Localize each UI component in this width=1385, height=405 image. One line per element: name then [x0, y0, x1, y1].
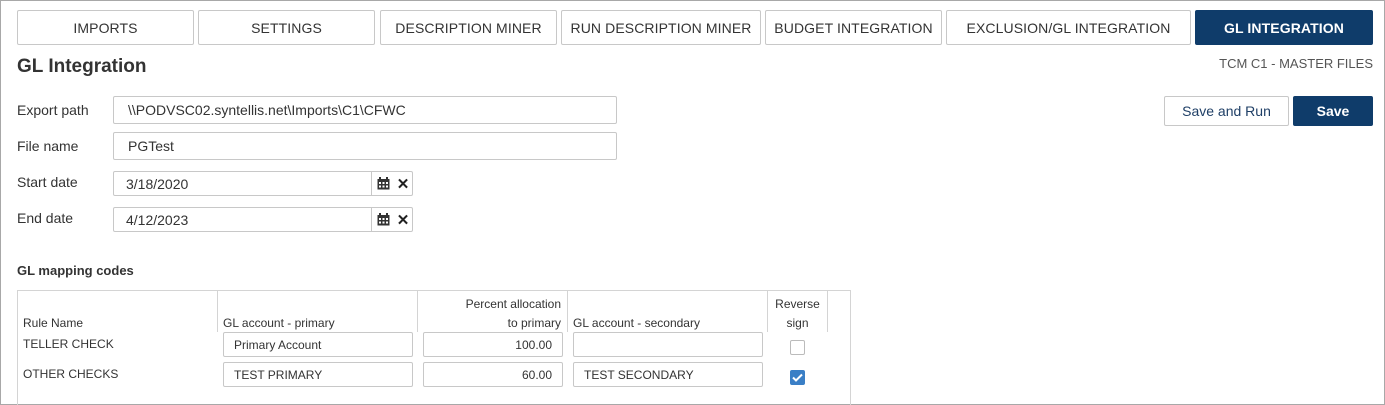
- org-label: TCM C1 - MASTER FILES: [1219, 56, 1373, 71]
- header-label: GL account - primary: [223, 316, 335, 330]
- export-path-input[interactable]: \\PODVSC02.syntellis.net\Imports\C1\CFWC: [113, 96, 617, 124]
- end-date-picker: 4/12/2023 ✕: [113, 207, 413, 232]
- end-date-label: End date: [17, 210, 74, 226]
- start-date-picker: 3/18/2020 ✕: [113, 171, 413, 196]
- export-path-label: Export path: [17, 102, 89, 118]
- gl-secondary-input[interactable]: TEST SECONDARY: [573, 362, 763, 387]
- tab-budget-integration[interactable]: BUDGET INTEGRATION: [765, 10, 942, 45]
- file-name-input[interactable]: PGTest: [113, 132, 617, 160]
- tab-gl-integration[interactable]: GL INTEGRATION: [1195, 10, 1373, 45]
- reverse-sign-checkbox[interactable]: [790, 340, 805, 355]
- header-label: to primary: [507, 316, 561, 330]
- header-label: Percent allocation: [465, 297, 561, 311]
- tab-description-miner[interactable]: DESCRIPTION MINER: [380, 10, 557, 45]
- header-label: sign: [786, 316, 809, 330]
- header-reverse-sign: Reverse sign: [768, 291, 828, 332]
- tab-run-description-miner[interactable]: RUN DESCRIPTION MINER: [561, 10, 761, 45]
- header-percent-allocation: Percent allocation to primary: [418, 291, 568, 332]
- save-button[interactable]: Save: [1293, 96, 1373, 126]
- file-name-label: File name: [17, 138, 79, 154]
- gl-primary-input[interactable]: Primary Account: [223, 332, 413, 357]
- page-title: GL Integration: [17, 56, 147, 77]
- header-label: Reverse: [775, 297, 820, 311]
- gl-mapping-grid: Rule Name GL account - primary Percent a…: [17, 290, 851, 405]
- start-date-label: Start date: [17, 174, 78, 190]
- clear-icon[interactable]: ✕: [394, 208, 412, 231]
- header-rule-name: Rule Name: [18, 291, 218, 332]
- checkmark-icon: [792, 373, 803, 382]
- section-title: GL mapping codes: [17, 263, 134, 278]
- gl-primary-input[interactable]: TEST PRIMARY: [223, 362, 413, 387]
- gl-secondary-input[interactable]: [573, 332, 763, 357]
- start-date-input[interactable]: 3/18/2020: [114, 176, 371, 192]
- calendar-icon[interactable]: [372, 172, 394, 195]
- rule-name: OTHER CHECKS: [23, 367, 119, 381]
- save-and-run-button[interactable]: Save and Run: [1164, 96, 1289, 126]
- calendar-icon[interactable]: [372, 208, 394, 231]
- tab-settings[interactable]: SETTINGS: [198, 10, 375, 45]
- header-gl-secondary: GL account - secondary: [568, 291, 768, 332]
- clear-icon[interactable]: ✕: [394, 172, 412, 195]
- percent-allocation-input[interactable]: 60.00: [423, 362, 563, 387]
- header-gl-primary: GL account - primary: [218, 291, 418, 332]
- header-label: GL account - secondary: [573, 316, 700, 330]
- header-label: Rule Name: [23, 316, 84, 330]
- percent-allocation-input[interactable]: 100.00: [423, 332, 563, 357]
- tab-imports[interactable]: IMPORTS: [17, 10, 194, 45]
- end-date-input[interactable]: 4/12/2023: [114, 212, 371, 228]
- rule-name: TELLER CHECK: [23, 337, 114, 351]
- tab-exclusion-gl-integration[interactable]: EXCLUSION/GL INTEGRATION: [946, 10, 1191, 45]
- reverse-sign-checkbox[interactable]: [790, 370, 805, 385]
